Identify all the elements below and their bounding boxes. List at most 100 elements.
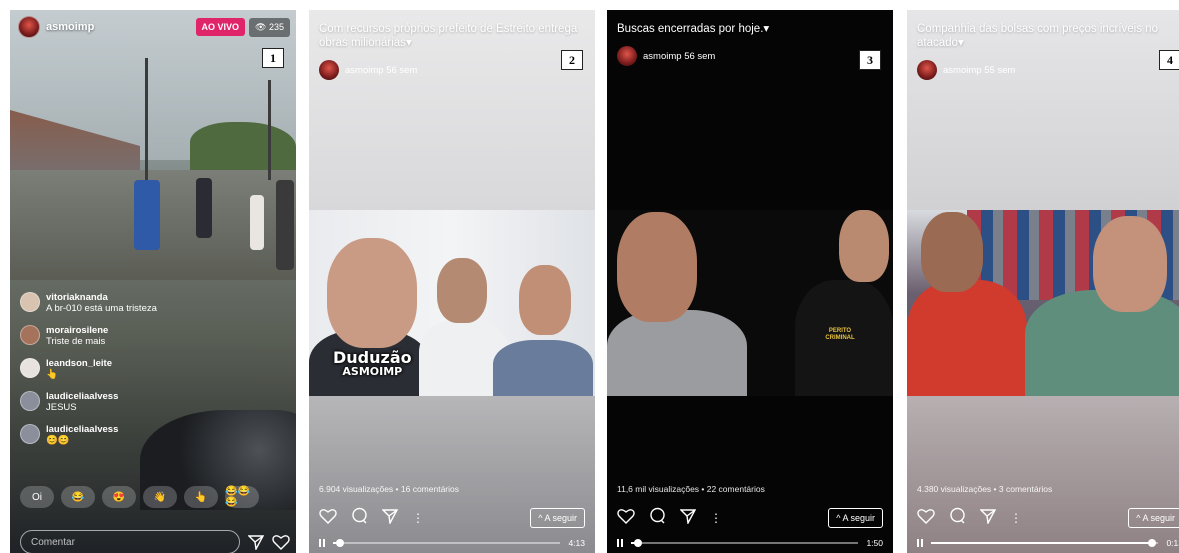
- progress-track[interactable]: [931, 539, 1159, 547]
- avatar: [20, 358, 40, 378]
- video-panel-3: Buscas encerradas por hoje.▾ asmoimp 56 …: [607, 10, 893, 553]
- eye-icon: 👁: [255, 21, 269, 32]
- comment-user: morairosilene: [46, 325, 109, 336]
- reaction-button[interactable]: 😍: [102, 486, 136, 508]
- video-title-text: Com recursos próprios prefeito de Estrei…: [319, 23, 578, 49]
- progress-knob[interactable]: [633, 539, 642, 547]
- progress-knob[interactable]: [1147, 539, 1156, 547]
- avatar[interactable]: [18, 16, 40, 38]
- viewer-count-value: 235: [268, 21, 284, 32]
- video-duration: 0:13: [1166, 538, 1179, 548]
- video-age: 56 sem: [386, 64, 418, 76]
- video-author[interactable]: asmoimp 56 sem: [319, 60, 417, 80]
- reaction-button[interactable]: 😂😂😂: [225, 486, 259, 508]
- person-face: [437, 258, 487, 323]
- heart-icon[interactable]: [319, 508, 337, 529]
- utility-pole: [268, 80, 271, 180]
- next-video-button[interactable]: ^ A seguir: [530, 508, 585, 528]
- heart-icon[interactable]: [272, 534, 290, 550]
- person-face: [921, 212, 983, 292]
- comment-text: A br-010 está uma tristeza: [46, 303, 157, 314]
- comment-icon[interactable]: [949, 507, 966, 529]
- video-stats[interactable]: 4.380 visualizações • 3 comentários: [917, 484, 1052, 494]
- heart-icon[interactable]: [917, 508, 935, 529]
- comment-user: laudiceliaalvess: [46, 424, 119, 435]
- send-icon[interactable]: [679, 508, 697, 529]
- progress-track[interactable]: [333, 539, 561, 547]
- list-item: laudiceliaalvess JESUS: [20, 391, 220, 414]
- progress-fill: [931, 542, 1152, 544]
- progress-track[interactable]: [631, 539, 859, 547]
- live-username[interactable]: asmoimp: [46, 21, 94, 33]
- avatar: [20, 325, 40, 345]
- video-age: 56 sem: [684, 50, 716, 62]
- avatar: [20, 292, 40, 312]
- next-video-button[interactable]: ^ A seguir: [1128, 508, 1179, 528]
- reaction-button[interactable]: 👋: [143, 486, 177, 508]
- comment-bar: [20, 530, 290, 553]
- avatar: [617, 46, 637, 66]
- video-stats[interactable]: 11,6 mil visualizações • 22 comentários: [617, 484, 765, 494]
- person-figure: [196, 178, 212, 238]
- quick-reactions: Oi 😂 😍 👋 👆 😂😂😂: [20, 486, 259, 508]
- author-name: asmoimp: [643, 50, 682, 62]
- video-author[interactable]: asmoimp 55 sem: [917, 60, 1015, 80]
- comment-input[interactable]: [20, 530, 240, 553]
- video-duration: 1:50: [866, 538, 883, 548]
- comment-user: vitoriaknanda: [46, 292, 108, 303]
- reaction-button[interactable]: Oi: [20, 486, 54, 508]
- next-video-button[interactable]: ^ A seguir: [828, 508, 883, 528]
- send-icon[interactable]: [248, 534, 264, 550]
- video-panel-2: Com recursos próprios prefeito de Estrei…: [309, 10, 595, 553]
- video-frame[interactable]: Duduzão ASMOIMP: [309, 210, 595, 396]
- comment-text: JESUS: [46, 402, 77, 413]
- more-icon[interactable]: ⋮: [710, 511, 722, 525]
- video-progress: 4:13: [319, 538, 585, 548]
- reaction-button[interactable]: 😂: [61, 486, 95, 508]
- person-body: [493, 340, 593, 396]
- comment-icon[interactable]: [649, 507, 666, 529]
- overlay-name: Duduzão: [333, 348, 412, 367]
- author-name: asmoimp: [345, 64, 384, 76]
- video-title[interactable]: Companhia das bolsas com preços incrívei…: [917, 22, 1179, 50]
- live-badge: AO VIVO: [195, 18, 246, 36]
- more-icon[interactable]: ⋮: [1010, 511, 1022, 525]
- avatar: [319, 60, 339, 80]
- send-icon[interactable]: [979, 508, 997, 529]
- video-duration: 4:13: [568, 538, 585, 548]
- pause-icon[interactable]: [917, 539, 923, 547]
- video-progress: 1:50: [617, 538, 883, 548]
- video-author[interactable]: asmoimp 56 sem: [617, 46, 715, 66]
- reaction-button[interactable]: 👆: [184, 486, 218, 508]
- chevron-down-icon: ▾: [405, 37, 412, 49]
- chevron-down-icon: ▾: [957, 37, 964, 49]
- live-comments-list: vitoriaknanda A br-010 está uma tristeza …: [20, 292, 220, 457]
- person-face: [1093, 216, 1167, 312]
- live-stream-panel: asmoimp AO VIVO 👁 235 1 vitoriaknanda A b…: [10, 10, 296, 553]
- list-item: laudiceliaalvess 😊😊: [20, 424, 220, 447]
- video-panel-4: Companhia das bolsas com preços incrívei…: [907, 10, 1179, 553]
- avatar: [917, 60, 937, 80]
- video-title[interactable]: Buscas encerradas por hoje.▾: [617, 22, 883, 36]
- comment-icon[interactable]: [351, 507, 368, 529]
- video-title[interactable]: Com recursos próprios prefeito de Estrei…: [319, 22, 585, 50]
- video-frame[interactable]: PERITO CRIMINAL: [607, 210, 893, 396]
- video-title-text: Buscas encerradas por hoje.: [617, 23, 764, 35]
- video-scene-trees: [190, 122, 296, 172]
- progress-knob[interactable]: [335, 539, 344, 547]
- author-name: asmoimp: [943, 64, 982, 76]
- list-item: vitoriaknanda A br-010 está uma tristeza: [20, 292, 220, 315]
- heart-icon[interactable]: [617, 508, 635, 529]
- video-stats[interactable]: 6.904 visualizações • 16 comentários: [319, 484, 459, 494]
- pause-icon[interactable]: [617, 539, 623, 547]
- person-face: [617, 212, 697, 322]
- video-frame[interactable]: [907, 210, 1179, 396]
- comment-text: Triste de mais: [46, 336, 106, 347]
- pause-icon[interactable]: [319, 539, 325, 547]
- send-icon[interactable]: [381, 508, 399, 529]
- panel-number-badge: 2: [561, 50, 583, 70]
- video-actions: ⋮ ^ A seguir: [319, 507, 585, 529]
- comment-user: leandson_leite: [46, 358, 112, 369]
- more-icon[interactable]: ⋮: [412, 511, 424, 525]
- avatar: [20, 424, 40, 444]
